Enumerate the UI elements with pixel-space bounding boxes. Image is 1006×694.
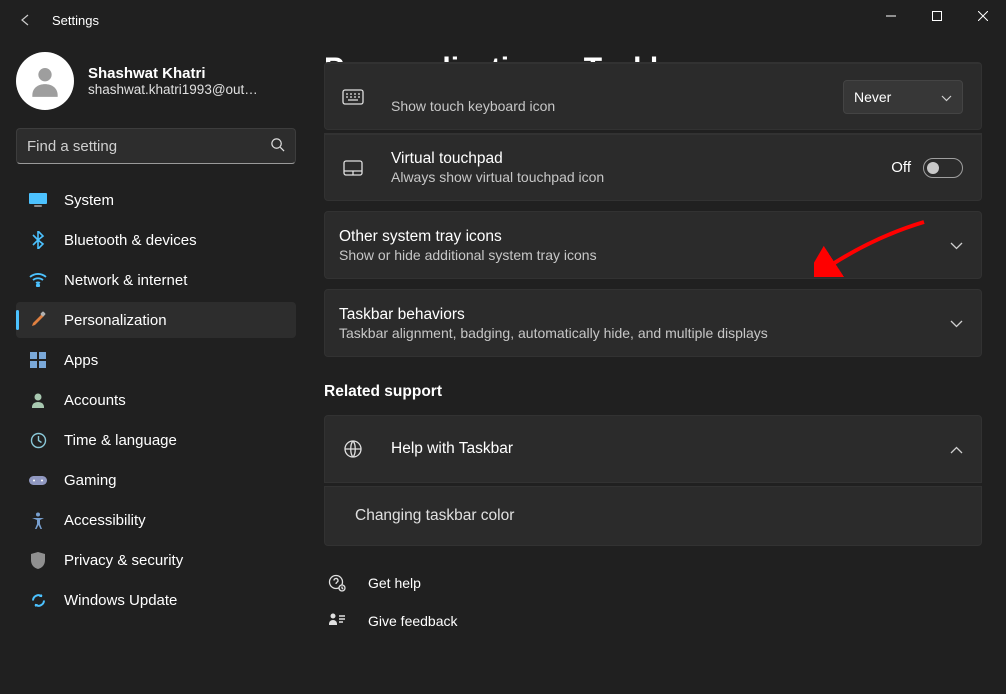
give-feedback-link[interactable]: Give feedback [324, 602, 982, 640]
setting-taskbar-behaviors[interactable]: Taskbar behaviors Taskbar alignment, bad… [324, 289, 982, 357]
chevron-up-icon [950, 441, 963, 457]
nav-accessibility[interactable]: Accessibility [16, 502, 296, 538]
touch-keyboard-select[interactable]: Never [843, 80, 963, 114]
setting-touch-keyboard[interactable]: Touch keyboard Show touch keyboard icon … [324, 62, 982, 130]
nav-gaming[interactable]: Gaming [16, 462, 296, 498]
toggle-label: Off [891, 159, 911, 176]
touchpad-icon [339, 154, 367, 182]
nav-privacy[interactable]: Privacy & security [16, 542, 296, 578]
user-name: Shashwat Khatri [88, 65, 258, 82]
chevron-down-icon [950, 315, 963, 331]
update-icon [28, 590, 48, 610]
search-input[interactable] [27, 138, 270, 155]
accessibility-icon [28, 510, 48, 530]
maximize-button[interactable] [914, 0, 960, 32]
setting-other-tray-icons[interactable]: Other system tray icons Show or hide add… [324, 211, 982, 279]
user-email: shashwat.khatri1993@out… [88, 82, 258, 97]
nav-time-language[interactable]: Time & language [16, 422, 296, 458]
user-card[interactable]: Shashwat Khatri shashwat.khatri1993@out… [16, 52, 296, 110]
nav-system[interactable]: System [16, 182, 296, 218]
paintbrush-icon [28, 310, 48, 330]
minimize-button[interactable] [868, 0, 914, 32]
chevron-down-icon [950, 237, 963, 253]
setting-virtual-touchpad[interactable]: Virtual touchpad Always show virtual tou… [324, 133, 982, 201]
app-title: Settings [52, 13, 99, 28]
gamepad-icon [28, 470, 48, 490]
apps-icon [28, 350, 48, 370]
help-with-taskbar[interactable]: Help with Taskbar [324, 415, 982, 483]
row-title: Virtual touchpad [391, 150, 891, 168]
shield-icon [28, 550, 48, 570]
monitor-icon [28, 190, 48, 210]
bluetooth-icon [28, 230, 48, 250]
nav-apps[interactable]: Apps [16, 342, 296, 378]
row-desc: Show touch keyboard icon [391, 98, 843, 114]
avatar [16, 52, 74, 110]
search-box[interactable] [16, 128, 296, 164]
sidebar: Shashwat Khatri shashwat.khatri1993@out…… [0, 40, 300, 694]
row-desc: Show or hide additional system tray icon… [339, 247, 950, 263]
titlebar: Settings [0, 0, 1006, 40]
nav-bluetooth[interactable]: Bluetooth & devices [16, 222, 296, 258]
help-icon [326, 574, 348, 592]
back-button[interactable] [14, 8, 38, 32]
main-content: Personalization › Taskbar Touch keyboard… [300, 40, 1006, 694]
row-title: Other system tray icons [339, 228, 950, 246]
virtual-touchpad-toggle[interactable] [923, 158, 963, 178]
chevron-down-icon [941, 89, 952, 105]
get-help-link[interactable]: Get help [324, 564, 982, 602]
nav-personalization[interactable]: Personalization [16, 302, 296, 338]
person-icon [28, 390, 48, 410]
nav-network[interactable]: Network & internet [16, 262, 296, 298]
row-desc: Taskbar alignment, badging, automaticall… [339, 325, 950, 341]
help-sub-item[interactable]: Changing taskbar color [324, 486, 982, 546]
nav-accounts[interactable]: Accounts [16, 382, 296, 418]
close-button[interactable] [960, 0, 1006, 32]
row-title: Taskbar behaviors [339, 306, 950, 324]
feedback-icon [326, 612, 348, 630]
nav-windows-update[interactable]: Windows Update [16, 582, 296, 618]
search-icon [270, 137, 285, 155]
row-desc: Always show virtual touchpad icon [391, 169, 891, 185]
row-title: Help with Taskbar [391, 440, 950, 458]
keyboard-icon [339, 83, 367, 111]
wifi-icon [28, 270, 48, 290]
related-support-header: Related support [324, 383, 982, 401]
nav: System Bluetooth & devices Network & int… [16, 182, 296, 618]
globe-help-icon [339, 435, 367, 463]
globe-clock-icon [28, 430, 48, 450]
